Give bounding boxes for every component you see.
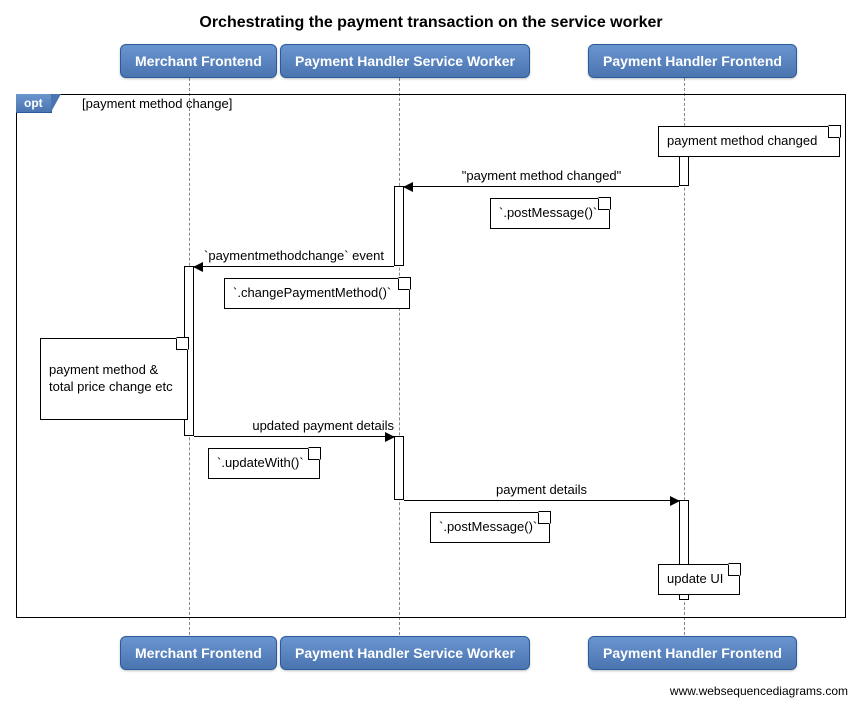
participant-frontend-bottom: Payment Handler Frontend [588, 636, 797, 670]
note-merchant-change: payment method & total price change etc [40, 338, 188, 420]
note-update-with: `.updateWith()` [208, 448, 320, 479]
note-change-method: `.changePaymentMethod()` [224, 278, 410, 309]
msg-payment-details-text: payment details [404, 482, 679, 497]
msg-updated-details-arrow [194, 436, 394, 437]
note-text: payment method changed [667, 133, 817, 148]
participant-merchant-bottom: Merchant Frontend [120, 636, 277, 670]
participant-frontend-top: Payment Handler Frontend [588, 44, 797, 78]
opt-condition: [payment method change] [82, 96, 232, 111]
msg-updated-details-text: updated payment details [194, 418, 394, 433]
note-postmessage-2: `.postMessage()` [430, 512, 550, 543]
participant-sw-bottom: Payment Handler Service Worker [280, 636, 530, 670]
participant-merchant-top: Merchant Frontend [120, 44, 277, 78]
credit-link: www.websequencediagrams.com [670, 684, 848, 698]
note-text: `.changePaymentMethod()` [233, 285, 391, 300]
activation-sw-2 [394, 436, 404, 500]
note-postmessage-1: `.postMessage()` [490, 198, 610, 229]
participant-sw-top: Payment Handler Service Worker [280, 44, 530, 78]
msg-pmchange-event-text: `paymentmethodchange` event [194, 248, 394, 263]
note-update-ui: update UI [658, 564, 740, 595]
msg-pm-changed-text: "payment method changed" [404, 168, 679, 183]
note-text: update UI [667, 571, 723, 586]
diagram-title: Orchestrating the payment transaction on… [0, 14, 862, 32]
note-text: payment method & total price change etc [49, 362, 173, 394]
msg-pm-changed-arrow [404, 186, 679, 187]
note-pm-changed: payment method changed [658, 126, 840, 157]
msg-payment-details-arrow [404, 500, 679, 501]
note-text: `.postMessage()` [439, 519, 537, 534]
activation-sw-1 [394, 186, 404, 266]
note-text: `.updateWith()` [217, 455, 304, 470]
note-text: `.postMessage()` [499, 205, 597, 220]
msg-pmchange-event-arrow [194, 266, 394, 267]
opt-label: opt [16, 94, 52, 113]
